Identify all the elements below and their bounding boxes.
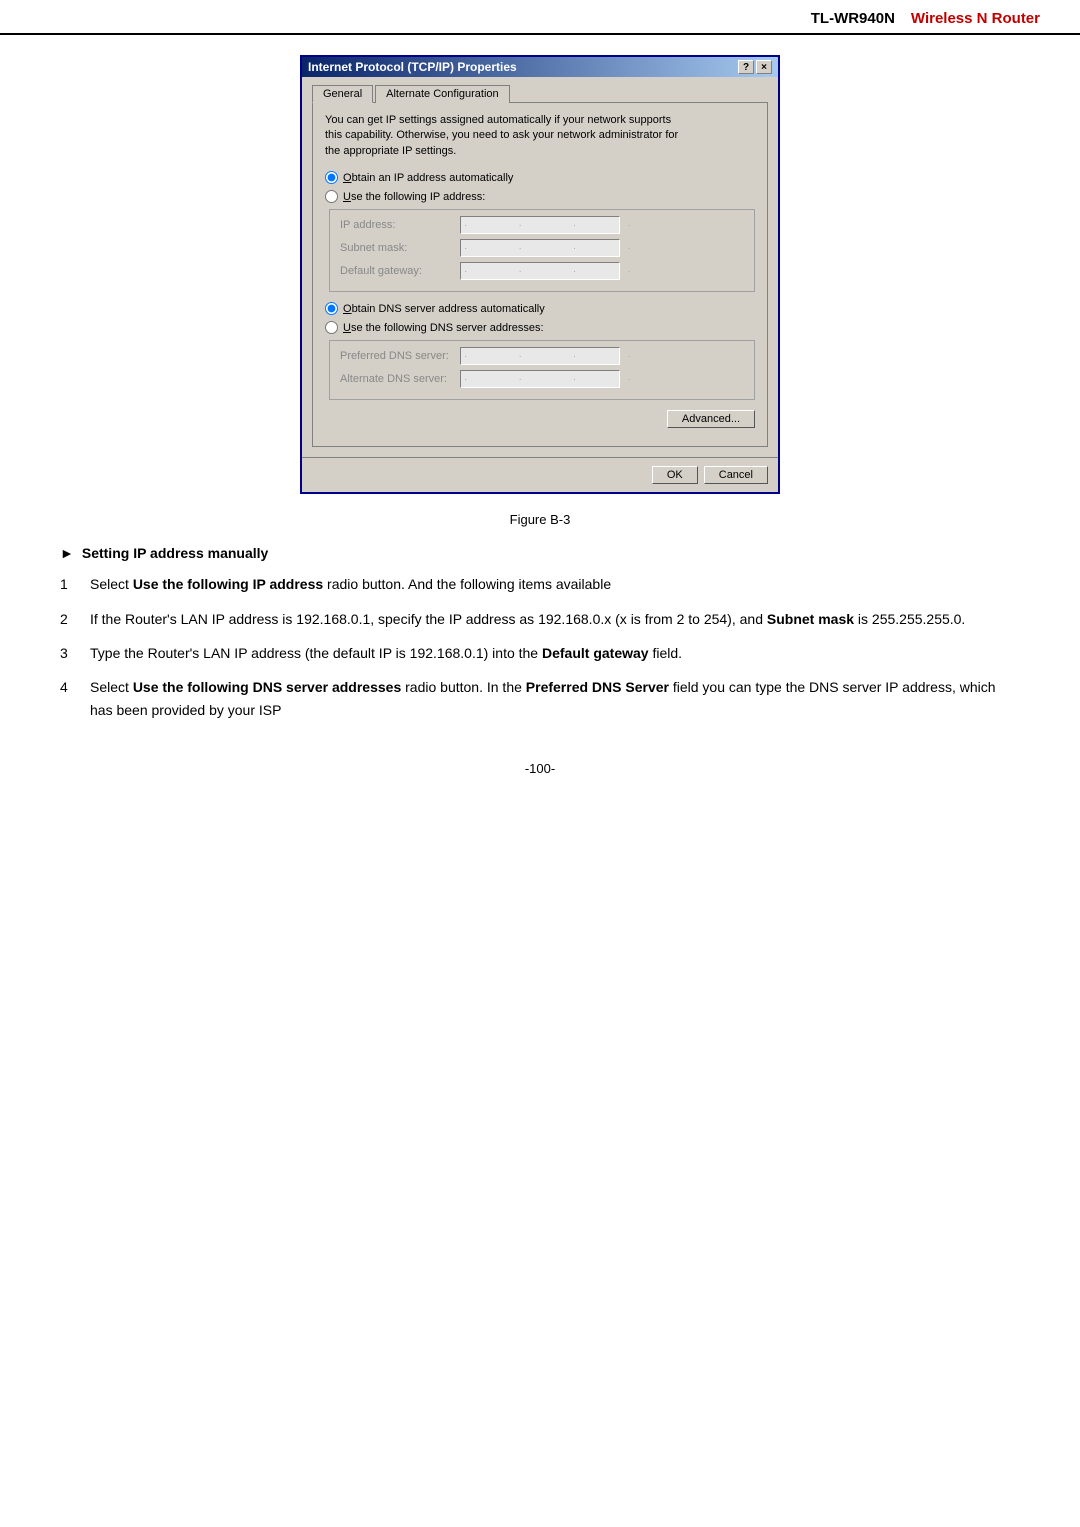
main-content: Internet Protocol (TCP/IP) Properties ? … [0,55,1080,721]
radio-auto-ip[interactable] [325,171,338,184]
list-item: 3 Type the Router's LAN IP address (the … [60,642,1020,664]
cancel-button[interactable]: Cancel [704,466,768,484]
dialog-description: You can get IP settings assigned automat… [325,113,755,159]
preferred-dns-label: Preferred DNS server: [340,350,460,362]
dialog-title: Internet Protocol (TCP/IP) Properties [308,60,517,74]
ip-address-label: IP address: [340,219,460,231]
subnet-mask-field[interactable]: · · · · [460,239,620,257]
instruction-list: 1 Select Use the following IP address ra… [60,573,1020,721]
ip-address-row: IP address: · · · · [340,216,744,234]
instruction-section: ► Setting IP address manually 1 Select U… [60,545,1020,721]
radio-auto-dns[interactable] [325,302,338,315]
figure-caption: Figure B-3 [60,512,1020,527]
alternate-dns-row: Alternate DNS server: · · · · [340,370,744,388]
subnet-mask-label: Subnet mask: [340,242,460,254]
page-footer: -100- [0,741,1080,796]
radio-auto-ip-label: Obtain an IP address automatically [343,172,513,184]
radio-auto-dns-label: Obtain DNS server address automatically [343,303,545,315]
dialog-titlebar: Internet Protocol (TCP/IP) Properties ? … [302,57,778,77]
radio-auto-ip-row: Obtain an IP address automatically [325,171,755,184]
gateway-field[interactable]: · · · · [460,262,620,280]
radio-auto-dns-row: Obtain DNS server address automatically [325,302,755,315]
help-button[interactable]: ? [738,60,754,74]
close-button[interactable]: × [756,60,772,74]
tab-general[interactable]: General [312,85,373,103]
tab-content: You can get IP settings assigned automat… [312,102,768,447]
advanced-button[interactable]: Advanced... [667,410,755,428]
radio-manual-dns-label: Use the following DNS server addresses: [343,322,544,334]
alternate-dns-field[interactable]: · · · · [460,370,620,388]
ip-fields-section: IP address: · · · · Subnet mask: · · · · [329,209,755,292]
tcp-ip-dialog: Internet Protocol (TCP/IP) Properties ? … [300,55,780,494]
model-name: TL-WR940N [811,10,895,27]
header-title: Wireless N Router [911,10,1040,27]
subnet-mask-row: Subnet mask: · · · · [340,239,744,257]
dns-fields-section: Preferred DNS server: · · · · Alternate … [329,340,755,400]
dialog-body: General Alternate Configuration You can … [302,77,778,457]
dialog-tabs: General Alternate Configuration [312,85,768,103]
list-item: 1 Select Use the following IP address ra… [60,573,1020,595]
list-item: 2 If the Router's LAN IP address is 192.… [60,608,1020,630]
dialog-footer: OK Cancel [302,457,778,492]
page-number: -100- [525,761,555,776]
advanced-button-row: Advanced... [325,410,755,428]
ip-address-field[interactable]: · · · · [460,216,620,234]
preferred-dns-field[interactable]: · · · · [460,347,620,365]
radio-manual-ip-label: Use the following IP address: [343,191,485,203]
list-item: 4 Select Use the following DNS server ad… [60,676,1020,721]
tab-alternate-config[interactable]: Alternate Configuration [375,85,510,103]
radio-manual-ip-row: Use the following IP address: [325,190,755,203]
radio-manual-ip[interactable] [325,190,338,203]
titlebar-buttons: ? × [738,60,772,74]
preferred-dns-row: Preferred DNS server: · · · · [340,347,744,365]
gateway-label: Default gateway: [340,265,460,277]
ok-button[interactable]: OK [652,466,698,484]
gateway-row: Default gateway: · · · · [340,262,744,280]
section-heading-text: Setting IP address manually [82,545,268,561]
page-header: TL-WR940N Wireless N Router [0,0,1080,35]
radio-manual-dns[interactable] [325,321,338,334]
arrow-icon: ► [60,545,74,561]
alternate-dns-label: Alternate DNS server: [340,373,460,385]
radio-manual-dns-row: Use the following DNS server addresses: [325,321,755,334]
section-heading: ► Setting IP address manually [60,545,1020,561]
